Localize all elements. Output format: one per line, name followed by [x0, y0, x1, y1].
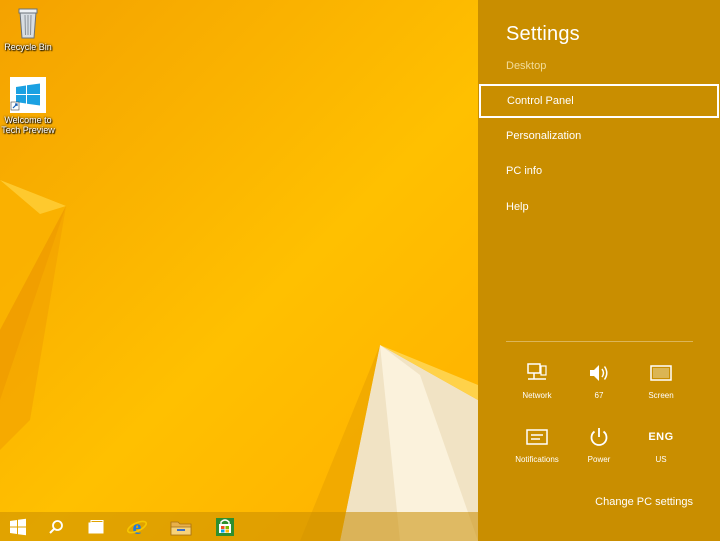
change-pc-settings-link[interactable]: Change PC settings	[595, 496, 693, 508]
settings-context-label: Desktop	[506, 60, 547, 72]
notifications-button[interactable]: Notifications	[507, 424, 567, 464]
recycle-bin-icon	[10, 4, 46, 40]
search-icon	[49, 519, 63, 534]
settings-title: Settings	[506, 23, 580, 45]
screen-button[interactable]: Screen	[631, 360, 691, 400]
search-button[interactable]	[38, 512, 74, 541]
notifications-label: Notifications	[515, 455, 559, 464]
svg-text:e: e	[133, 517, 142, 538]
recycle-bin-label: Recycle Bin	[4, 42, 52, 52]
start-button[interactable]	[0, 512, 36, 541]
welcome-tech-preview-label: Welcome to Tech Preview	[1, 115, 55, 135]
recycle-bin-shortcut[interactable]: Recycle Bin	[0, 4, 56, 52]
task-view-icon	[88, 519, 104, 533]
settings-item-personalization[interactable]: Personalization	[478, 119, 720, 153]
power-icon	[590, 428, 608, 446]
start-icon	[10, 518, 26, 535]
settings-item-pc-info[interactable]: PC info	[478, 154, 720, 188]
file-explorer-icon	[170, 521, 192, 535]
welcome-tech-preview-shortcut[interactable]: Welcome to Tech Preview	[0, 77, 56, 135]
screen-icon	[650, 365, 672, 381]
volume-icon	[590, 365, 608, 381]
internet-explorer-icon: e	[126, 517, 148, 538]
keyboard-language-code: ENG	[648, 431, 674, 443]
store-button[interactable]	[207, 512, 243, 541]
screen-label: Screen	[648, 391, 674, 400]
settings-item-help[interactable]: Help	[478, 190, 720, 224]
store-icon	[216, 517, 234, 536]
network-icon	[527, 363, 547, 380]
volume-button[interactable]: 67	[569, 360, 629, 400]
network-button[interactable]: Network	[507, 360, 567, 400]
power-button[interactable]: Power	[569, 424, 629, 464]
task-view-button[interactable]	[78, 512, 114, 541]
quick-settings-divider	[506, 341, 693, 342]
volume-level-label: 67	[594, 391, 604, 400]
keyboard-layout-label: US	[655, 455, 667, 464]
windows-logo-icon	[10, 77, 46, 113]
settings-item-control-panel[interactable]: Control Panel	[479, 84, 719, 118]
settings-pane: Settings Desktop Control Panel Personali…	[478, 0, 720, 541]
power-label: Power	[587, 455, 611, 464]
keyboard-language-button[interactable]: ENG US	[631, 424, 691, 464]
internet-explorer-button[interactable]: e	[119, 512, 155, 541]
network-label: Network	[522, 391, 552, 400]
notifications-icon	[526, 429, 548, 445]
file-explorer-button[interactable]	[163, 512, 199, 541]
